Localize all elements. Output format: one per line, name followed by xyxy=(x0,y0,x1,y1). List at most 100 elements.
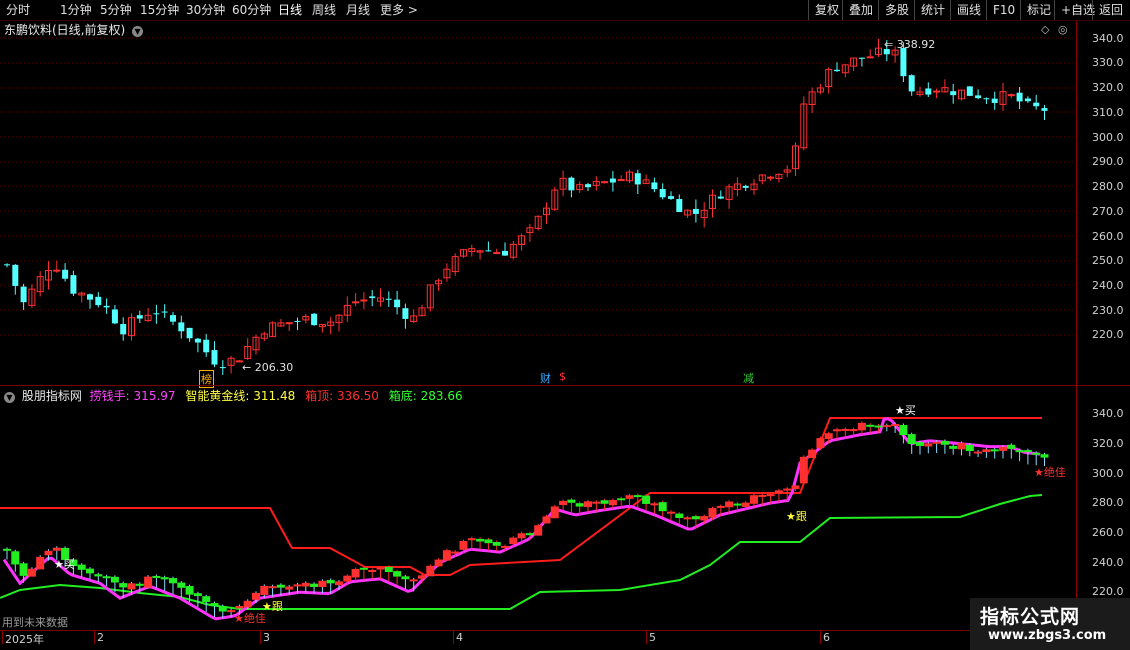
candle-down xyxy=(4,264,10,266)
tab-weekly[interactable]: 周线 xyxy=(312,0,336,20)
y-label: 260.0 xyxy=(1092,526,1124,539)
signal-candle xyxy=(667,511,675,514)
signal-candle xyxy=(260,585,269,595)
candle-down xyxy=(502,250,508,256)
multi-stock-button[interactable]: 多股 xyxy=(878,0,915,20)
signal-candle xyxy=(218,606,227,612)
signal-candle xyxy=(625,495,634,499)
signal-candle xyxy=(866,424,875,427)
signal-candle xyxy=(52,547,61,551)
tab-60min[interactable]: 60分钟 xyxy=(232,0,271,20)
signal-candle xyxy=(36,556,45,570)
candle-down xyxy=(170,315,176,322)
candle-down xyxy=(402,308,409,319)
x-label: 6 xyxy=(823,631,830,644)
tab-timeshare[interactable]: 分时 xyxy=(6,0,30,20)
marker-finance[interactable]: 财 xyxy=(539,370,552,386)
candle-down xyxy=(1041,108,1048,111)
signal-candle xyxy=(44,550,53,556)
y-label: 290.0 xyxy=(1092,155,1124,168)
signal-candle xyxy=(86,568,94,574)
candle-down xyxy=(111,309,118,324)
box-top-value: 336.50 xyxy=(336,389,379,403)
candle-up xyxy=(493,252,501,255)
signal-candle xyxy=(675,513,684,518)
signal-candle xyxy=(293,584,302,587)
candle-down xyxy=(975,95,982,99)
tab-daily[interactable]: 日线 xyxy=(278,0,302,20)
follow-signal-text: 跟 xyxy=(795,510,807,523)
signal-candle xyxy=(202,596,211,602)
signal-candle xyxy=(559,500,568,506)
signal-candle xyxy=(252,592,260,600)
signal-candle xyxy=(733,503,742,506)
restore-rights-button[interactable]: 复权 xyxy=(808,0,845,20)
overlay-button[interactable]: 叠加 xyxy=(842,0,879,20)
signal-candle xyxy=(442,550,451,561)
signal-candle xyxy=(774,490,783,494)
f10-button[interactable]: F10 xyxy=(986,0,1021,20)
candle-down xyxy=(186,327,193,339)
signal-candle xyxy=(285,586,294,590)
draw-line-button[interactable]: 画线 xyxy=(950,0,987,20)
signal-candle xyxy=(650,503,659,506)
signal-candle xyxy=(27,568,36,577)
signal-candle xyxy=(899,424,908,436)
candle-down xyxy=(1033,102,1040,107)
signal-candle xyxy=(451,551,460,554)
signal-candle xyxy=(276,584,285,588)
low-price-value: 206.30 xyxy=(254,361,294,374)
signal-candle xyxy=(658,502,667,512)
tab-monthly[interactable]: 月线 xyxy=(346,0,370,20)
signal-candle xyxy=(542,516,551,524)
signal-candle xyxy=(185,586,194,595)
candle-up xyxy=(933,90,941,93)
signal-candle xyxy=(758,494,767,497)
x-label: 2025年 xyxy=(5,633,44,646)
back-button[interactable]: 返回 xyxy=(1092,0,1129,20)
signal-candle xyxy=(119,583,128,588)
tab-15min[interactable]: 15分钟 xyxy=(140,0,179,20)
tab-5min[interactable]: 5分钟 xyxy=(100,0,132,20)
signal-candle xyxy=(509,537,518,545)
candle-down xyxy=(294,320,301,322)
signal-candle xyxy=(1032,452,1041,455)
signal-candle xyxy=(584,501,592,508)
watermark-banner: 指标公式网 www.zbgs3.com xyxy=(970,598,1130,650)
signal-candle xyxy=(990,449,999,452)
high-price-value: 338.92 xyxy=(896,38,936,51)
panel-divider xyxy=(0,385,1130,386)
candle-down xyxy=(161,311,168,313)
signal-candle xyxy=(177,582,186,588)
watermark-url: www.zbgs3.com xyxy=(988,628,1107,643)
signal-candle xyxy=(384,566,393,573)
best-signal: ★绝佳 xyxy=(1034,466,1066,479)
money-line xyxy=(2,417,1041,621)
candle-down xyxy=(659,188,666,198)
candle-down xyxy=(651,182,658,190)
box-bottom-value: 283.66 xyxy=(420,389,463,403)
y-label: 300.0 xyxy=(1092,131,1124,144)
statistics-button[interactable]: 统计 xyxy=(914,0,951,20)
mark-button[interactable]: 标记 xyxy=(1020,0,1057,20)
signal-candle xyxy=(750,495,758,504)
signal-candle xyxy=(517,533,526,539)
candle-down xyxy=(194,338,201,343)
candle-down xyxy=(966,86,973,96)
y-label: 300.0 xyxy=(1092,467,1124,480)
x-tick xyxy=(453,630,454,644)
tab-30min[interactable]: 30分钟 xyxy=(186,0,225,20)
signal-candle xyxy=(924,443,933,447)
signal-candle xyxy=(725,501,734,508)
marker-dividend[interactable]: $ xyxy=(558,370,567,383)
candle-down xyxy=(178,322,185,332)
high-price-label: ⇐ 338.92 xyxy=(884,38,936,51)
signal-candle xyxy=(243,600,252,608)
signal-candle xyxy=(11,551,20,565)
signal-candle xyxy=(459,540,468,550)
tab-1min[interactable]: 1分钟 xyxy=(60,0,92,20)
marker-reduce[interactable]: 减 xyxy=(742,370,755,386)
signal-candle xyxy=(135,583,144,586)
y-label: 250.0 xyxy=(1092,254,1124,267)
tab-more[interactable]: 更多 > xyxy=(380,0,418,20)
